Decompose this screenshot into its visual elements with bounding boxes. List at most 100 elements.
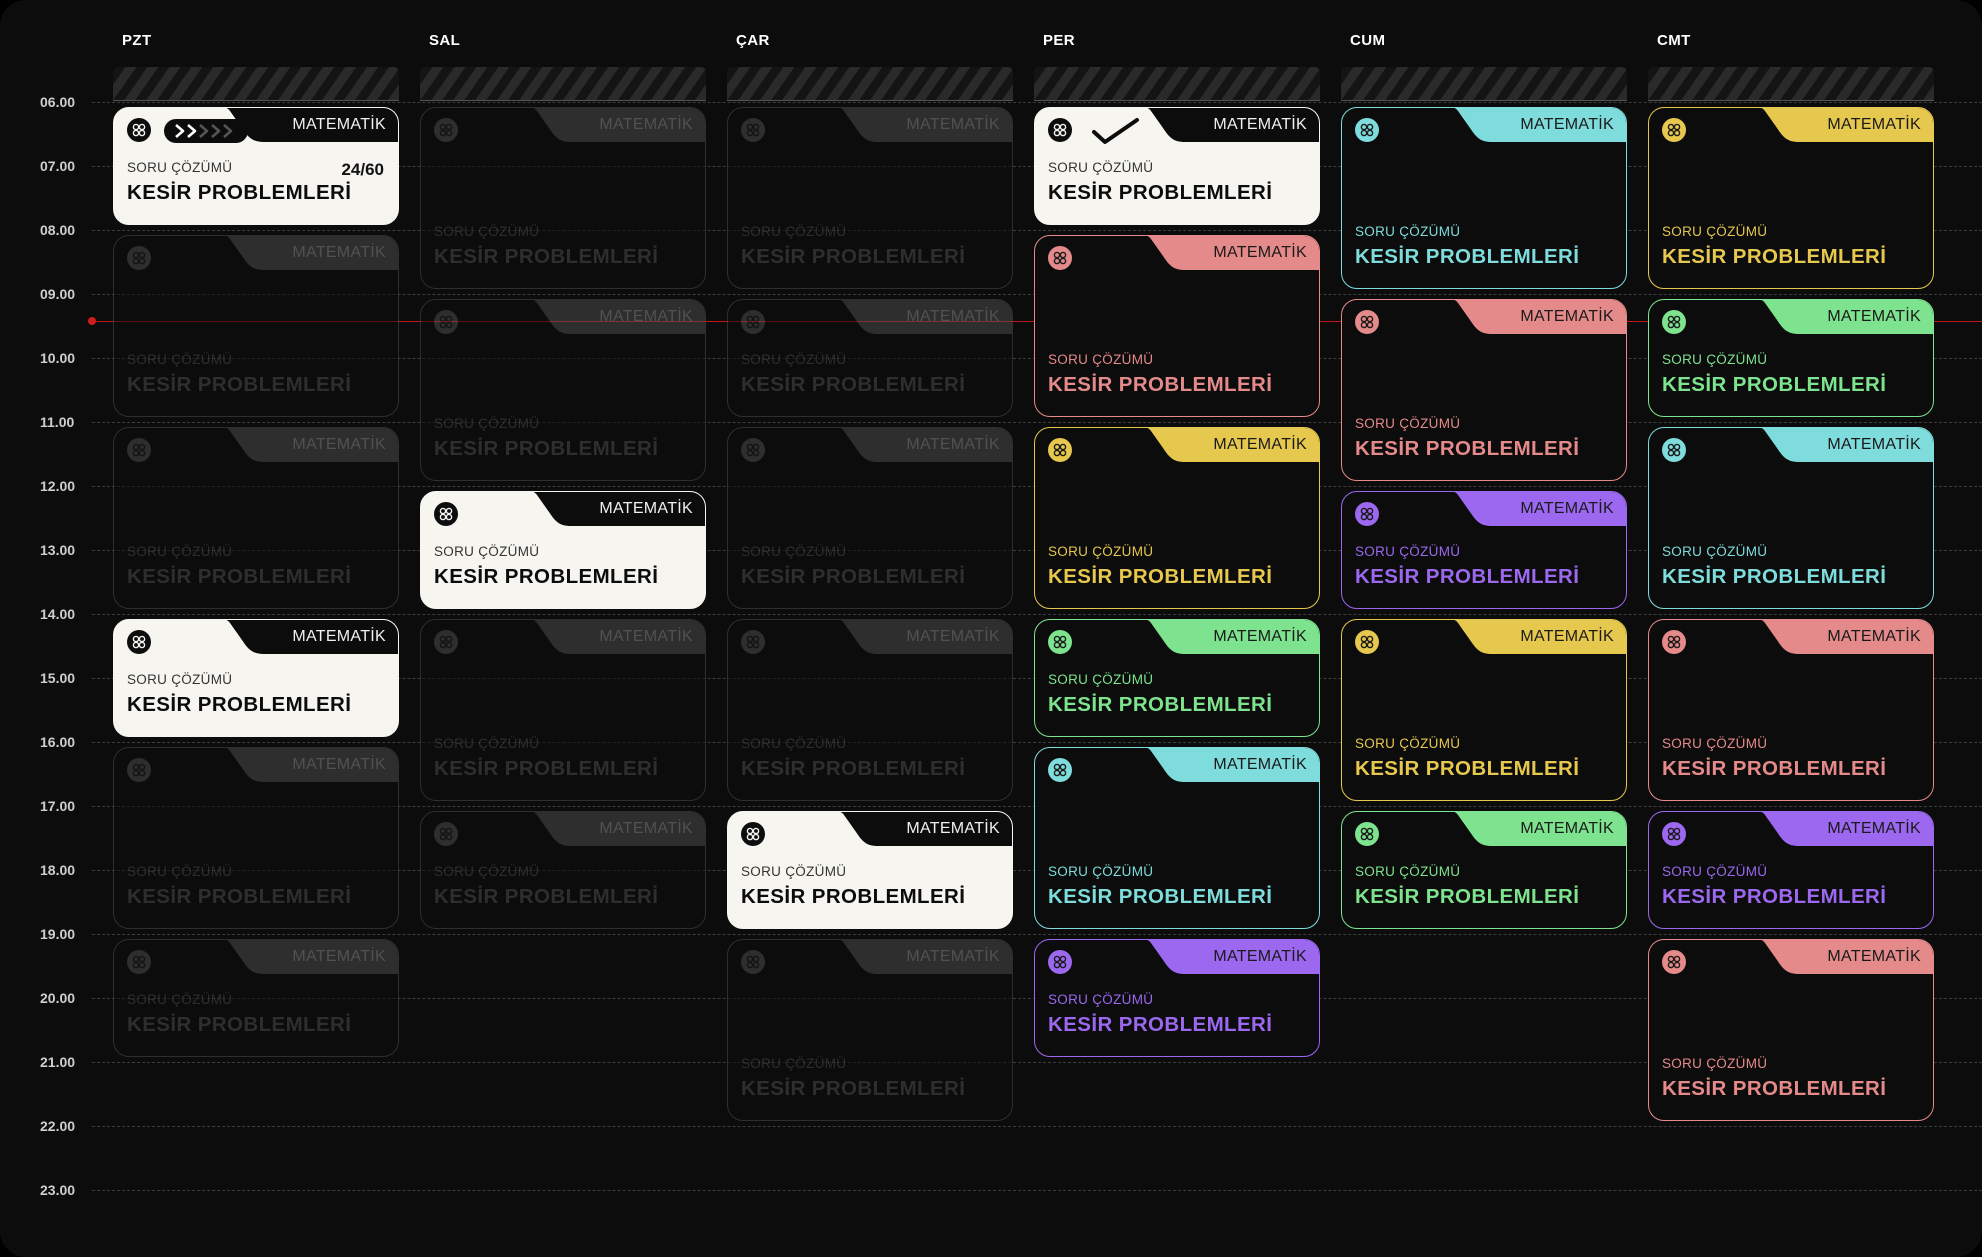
day-header[interactable]: CMT (1657, 32, 1691, 49)
event-card[interactable]: MATEMATİK SORU ÇÖZÜMÜ KESİR PROBLEMLERİ (1034, 427, 1320, 609)
event-title: KESİR PROBLEMLERİ (127, 564, 352, 588)
subject-icon (1662, 310, 1686, 335)
subject-label: MATEMATİK (1520, 308, 1614, 326)
day-header[interactable]: CUM (1350, 32, 1385, 49)
event-card[interactable]: MATEMATİK SORU ÇÖZÜMÜ KESİR PROBLEMLERİ (1341, 107, 1627, 289)
event-card[interactable]: MATEMATİK SORU ÇÖZÜMÜ KESİR PROBLEMLERİ (420, 299, 706, 481)
event-card[interactable]: MATEMATİK SORU ÇÖZÜMÜ KESİR PROBLEMLERİ (1648, 619, 1934, 801)
activity-type: SORU ÇÖZÜMÜ (1048, 671, 1154, 687)
subject-icon (1048, 950, 1072, 975)
subject-label: MATEMATİK (292, 436, 386, 454)
subject-icon (127, 758, 151, 783)
subject-label: MATEMATİK (292, 116, 386, 134)
activity-type: SORU ÇÖZÜMÜ (1048, 543, 1154, 559)
hour-label: 08.00 (40, 222, 76, 238)
event-card[interactable]: MATEMATİK SORU ÇÖZÜMÜ KESİR PROBLEMLERİ (727, 299, 1013, 417)
activity-type: SORU ÇÖZÜMÜ (1048, 159, 1154, 175)
event-card[interactable]: MATEMATİK SORU ÇÖZÜMÜ KESİR PROBLEMLERİ (113, 235, 399, 417)
event-card[interactable]: MATEMATİK SORU ÇÖZÜMÜ KESİR PROBLEMLERİ (1341, 811, 1627, 929)
subject-label: MATEMATİK (599, 308, 693, 326)
all-day-strip[interactable] (113, 67, 399, 101)
subject-icon (434, 310, 458, 335)
subject-icon (127, 630, 151, 655)
subject-icon (741, 822, 765, 847)
event-card[interactable]: MATEMATİK SORU ÇÖZÜMÜ KESİR PROBLEMLERİ (113, 427, 399, 609)
subject-icon (127, 950, 151, 975)
event-card[interactable]: MATEMATİK SORU ÇÖZÜMÜ KESİR PROBLEMLERİ (1034, 939, 1320, 1057)
event-card[interactable]: MATEMATİK SORU ÇÖZÜMÜ KESİR PROBLEMLERİ (1648, 939, 1934, 1121)
subject-label: MATEMATİK (906, 436, 1000, 454)
day-header[interactable]: PZT (122, 32, 152, 49)
all-day-strip[interactable] (1648, 67, 1934, 101)
check-icon (1092, 118, 1139, 145)
event-card[interactable]: MATEMATİK SORU ÇÖZÜMÜ KESİR PROBLEMLERİ (1648, 107, 1934, 289)
event-card[interactable]: MATEMATİK SORU ÇÖZÜMÜ KESİR PROBLEMLERİ (1648, 299, 1934, 417)
event-card[interactable]: MATEMATİK 24/60 SORU ÇÖZÜMÜ KESİR PROBLEMLE… (113, 107, 399, 225)
event-card[interactable]: MATEMATİK SORU ÇÖZÜMÜ KESİR PROBLEMLERİ (727, 427, 1013, 609)
hour-label: 15.00 (40, 670, 76, 686)
activity-type: SORU ÇÖZÜMÜ (741, 223, 847, 239)
day-header[interactable]: PER (1043, 32, 1075, 49)
event-card[interactable]: MATEMATİK SORU ÇÖZÜMÜ KESİR PROBLEMLERİ (1648, 811, 1934, 929)
event-card[interactable]: MATEMATİK SORU ÇÖZÜMÜ KESİR PROBLEMLERİ (420, 107, 706, 289)
event-title: KESİR PROBLEMLERİ (127, 1012, 352, 1036)
event-title: KESİR PROBLEMLERİ (1662, 1076, 1887, 1100)
subject-label: MATEMATİK (1213, 244, 1307, 262)
event-card[interactable]: MATEMATİK SORU ÇÖZÜMÜ KESİR PROBLEMLERİ (1341, 299, 1627, 481)
subject-label: MATEMATİK (1827, 948, 1921, 966)
subject-icon (1048, 118, 1072, 143)
subject-icon (741, 310, 765, 335)
event-card[interactable]: MATEMATİK SORU ÇÖZÜMÜ KESİR PROBLEMLERİ (1034, 107, 1320, 225)
progress-chevron (199, 124, 209, 139)
event-card[interactable]: MATEMATİK SORU ÇÖZÜMÜ KESİR PROBLEMLERİ (1341, 619, 1627, 801)
activity-type: SORU ÇÖZÜMÜ (1662, 735, 1768, 751)
event-card[interactable]: MATEMATİK SORU ÇÖZÜMÜ KESİR PROBLEMLERİ (1034, 747, 1320, 929)
activity-type: SORU ÇÖZÜMÜ (434, 735, 540, 751)
hour-label: 21.00 (40, 1054, 76, 1070)
activity-type: SORU ÇÖZÜMÜ (127, 543, 233, 559)
event-card[interactable]: MATEMATİK SORU ÇÖZÜMÜ KESİR PROBLEMLERİ (113, 619, 399, 737)
event-card[interactable]: MATEMATİK SORU ÇÖZÜMÜ KESİR PROBLEMLERİ (420, 491, 706, 609)
activity-type: SORU ÇÖZÜMÜ (127, 351, 233, 367)
subject-icon (434, 502, 458, 527)
event-card[interactable]: MATEMATİK SORU ÇÖZÜMÜ KESİR PROBLEMLERİ (727, 939, 1013, 1121)
event-card[interactable]: MATEMATİK SORU ÇÖZÜMÜ KESİR PROBLEMLERİ (420, 811, 706, 929)
event-title: KESİR PROBLEMLERİ (127, 372, 352, 396)
hour-label: 06.00 (40, 94, 76, 110)
event-title: KESİR PROBLEMLERİ (1355, 884, 1580, 908)
event-card[interactable]: MATEMATİK SORU ÇÖZÜMÜ KESİR PROBLEMLERİ (727, 107, 1013, 289)
all-day-strip[interactable] (727, 67, 1013, 101)
all-day-strip[interactable] (420, 67, 706, 101)
activity-type: SORU ÇÖZÜMÜ (1048, 863, 1154, 879)
event-title: KESİR PROBLEMLERİ (1662, 756, 1887, 780)
event-card[interactable]: MATEMATİK SORU ÇÖZÜMÜ KESİR PROBLEMLERİ (1034, 619, 1320, 737)
activity-type: SORU ÇÖZÜMÜ (1355, 735, 1461, 751)
subject-icon (741, 630, 765, 655)
activity-type: SORU ÇÖZÜMÜ (1662, 863, 1768, 879)
event-card[interactable]: MATEMATİK SORU ÇÖZÜMÜ KESİR PROBLEMLERİ (420, 619, 706, 801)
subject-icon (434, 630, 458, 655)
event-title: KESİR PROBLEMLERİ (1048, 564, 1273, 588)
event-card[interactable]: MATEMATİK SORU ÇÖZÜMÜ KESİR PROBLEMLERİ (727, 811, 1013, 929)
subject-icon (1355, 310, 1379, 335)
event-card[interactable]: MATEMATİK SORU ÇÖZÜMÜ KESİR PROBLEMLERİ (1341, 491, 1627, 609)
day-header[interactable]: ÇAR (736, 32, 770, 49)
event-card[interactable]: MATEMATİK SORU ÇÖZÜMÜ KESİR PROBLEMLERİ (113, 747, 399, 929)
event-card[interactable]: MATEMATİK SORU ÇÖZÜMÜ KESİR PROBLEMLERİ (727, 619, 1013, 801)
subject-label: MATEMATİK (599, 500, 693, 518)
all-day-strip[interactable] (1034, 67, 1320, 101)
hour-label: 19.00 (40, 926, 76, 942)
activity-type: SORU ÇÖZÜMÜ (741, 543, 847, 559)
event-title: KESİR PROBLEMLERİ (434, 564, 659, 588)
event-card[interactable]: MATEMATİK SORU ÇÖZÜMÜ KESİR PROBLEMLERİ (113, 939, 399, 1057)
event-title: KESİR PROBLEMLERİ (434, 756, 659, 780)
event-card[interactable]: MATEMATİK SORU ÇÖZÜMÜ KESİR PROBLEMLERİ (1034, 235, 1320, 417)
day-header[interactable]: SAL (429, 32, 460, 49)
subject-label: MATEMATİK (1520, 116, 1614, 134)
event-title: KESİR PROBLEMLERİ (741, 756, 966, 780)
subject-label: MATEMATİK (1213, 756, 1307, 774)
event-title: KESİR PROBLEMLERİ (1048, 372, 1273, 396)
all-day-strip[interactable] (1341, 67, 1627, 101)
event-card[interactable]: MATEMATİK SORU ÇÖZÜMÜ KESİR PROBLEMLERİ (1648, 427, 1934, 609)
event-title: KESİR PROBLEMLERİ (1048, 180, 1273, 204)
